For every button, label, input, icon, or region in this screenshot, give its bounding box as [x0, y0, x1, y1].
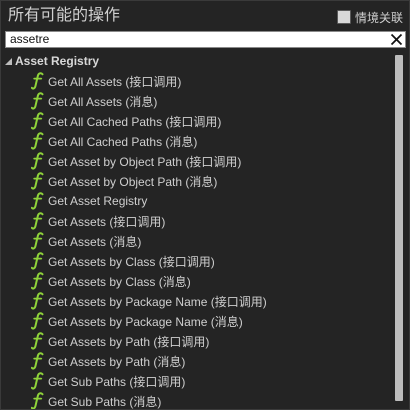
action-item[interactable]: Get Assets by Package Name (接口调用) — [31, 291, 391, 311]
action-item-label: Get Assets by Class (接口调用) — [48, 254, 215, 269]
action-item[interactable]: Get Sub Paths (消息) — [31, 391, 391, 409]
action-item-label: Get Sub Paths (接口调用) — [48, 374, 186, 389]
category-asset-registry[interactable]: Asset Registry — [5, 53, 99, 69]
function-icon — [31, 272, 44, 290]
action-item[interactable]: Get All Assets (消息) — [31, 91, 391, 111]
expanded-triangle-icon[interactable] — [5, 58, 12, 65]
header: 所有可能的操作 情境关联 — [1, 1, 409, 31]
action-item-label: Get Assets by Package Name (消息) — [48, 314, 243, 329]
action-item-label: Get All Assets (消息) — [48, 94, 158, 109]
search-box[interactable] — [5, 31, 406, 48]
action-item-label: Get Asset by Object Path (接口调用) — [48, 154, 242, 169]
action-item[interactable]: Get Asset Registry — [31, 191, 391, 211]
close-icon[interactable] — [389, 32, 404, 47]
function-icon — [31, 312, 44, 330]
action-item-label: Get Assets by Path (接口调用) — [48, 334, 210, 349]
action-item-label: Get Assets by Package Name (接口调用) — [48, 294, 267, 309]
scrollbar-thumb[interactable] — [395, 55, 403, 401]
function-icon — [31, 152, 44, 170]
action-item-label: Get Sub Paths (消息) — [48, 394, 162, 409]
function-icon — [31, 172, 44, 190]
action-item-label: Get Assets by Class (消息) — [48, 274, 191, 289]
action-item-label: Get Asset by Object Path (消息) — [48, 174, 218, 189]
action-item-label: Get Assets (接口调用) — [48, 214, 166, 229]
action-item[interactable]: Get Sub Paths (接口调用) — [31, 371, 391, 391]
action-item-label: Get Asset Registry — [48, 194, 148, 208]
action-item[interactable]: Get All Cached Paths (消息) — [31, 131, 391, 151]
function-icon — [31, 112, 44, 130]
action-item[interactable]: Get Assets (接口调用) — [31, 211, 391, 231]
action-item-label: Get All Assets (接口调用) — [48, 74, 182, 89]
action-item[interactable]: Get All Assets (接口调用) — [31, 71, 391, 91]
search-input[interactable] — [10, 32, 380, 47]
function-icon — [31, 372, 44, 390]
action-item[interactable]: Get Assets (消息) — [31, 231, 391, 251]
action-item[interactable]: Get Asset by Object Path (接口调用) — [31, 151, 391, 171]
action-item[interactable]: Get Assets by Class (接口调用) — [31, 251, 391, 271]
action-items: Get All Assets (接口调用) Get All Assets (消息)… — [31, 71, 391, 409]
action-item[interactable]: Get Assets by Path (消息) — [31, 351, 391, 371]
action-item-label: Get All Cached Paths (消息) — [48, 134, 198, 149]
category-label: Asset Registry — [15, 54, 100, 68]
function-icon — [31, 352, 44, 370]
function-icon — [31, 292, 44, 310]
context-sensitive-checkbox[interactable] — [336, 10, 351, 24]
action-menu-panel: 所有可能的操作 情境关联 Asset Registry Get All Asse… — [0, 0, 410, 410]
function-icon — [31, 192, 44, 210]
action-item[interactable]: Get Assets by Class (消息) — [31, 271, 391, 291]
panel-title: 所有可能的操作 — [8, 7, 121, 24]
action-item-label: Get Assets (消息) — [48, 234, 142, 249]
function-icon — [31, 392, 44, 409]
action-item[interactable]: Get Asset by Object Path (消息) — [31, 171, 391, 191]
action-item[interactable]: Get Assets by Path (接口调用) — [31, 331, 391, 351]
vertical-scrollbar[interactable] — [394, 53, 404, 405]
function-icon — [31, 252, 44, 270]
action-item-label: Get All Cached Paths (接口调用) — [48, 114, 222, 129]
context-sensitive-label: 情境关联 — [354, 10, 403, 25]
action-item[interactable]: Get Assets by Package Name (消息) — [31, 311, 391, 331]
action-item-label: Get Assets by Path (消息) — [48, 354, 186, 369]
function-icon — [31, 212, 44, 230]
function-icon — [31, 232, 44, 250]
action-item[interactable]: Get All Cached Paths (接口调用) — [31, 111, 391, 131]
function-icon — [31, 132, 44, 150]
context-sensitive-toggle[interactable]: 情境关联 — [336, 9, 403, 25]
action-list: Asset Registry Get All Assets (接口调用) Get … — [1, 51, 391, 409]
function-icon — [31, 92, 44, 110]
function-icon — [31, 332, 44, 350]
function-icon — [31, 72, 44, 90]
